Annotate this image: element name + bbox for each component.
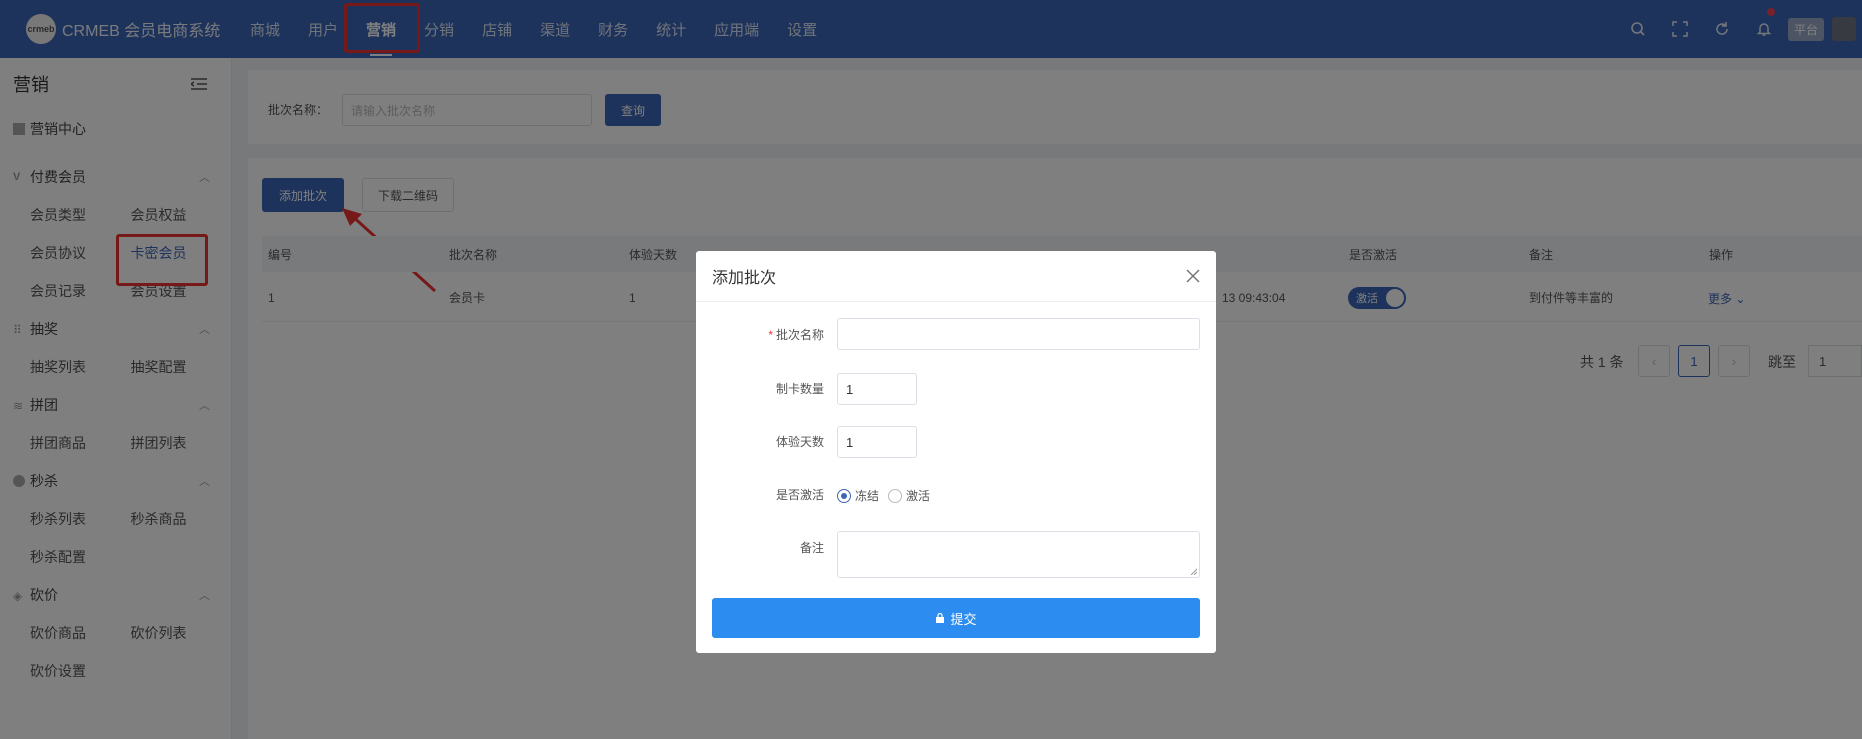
add-batch-modal: 添加批次 * 批次名称 制卡数量 1 体验天数 1 是否激活 冻结 激活 备注 提… bbox=[696, 251, 1216, 653]
radio-freeze-circle bbox=[837, 488, 851, 503]
submit-label: 提交 bbox=[950, 611, 977, 627]
batch-name-label-text: 批次名称 bbox=[775, 328, 824, 342]
modal-title: 添加批次 bbox=[712, 270, 777, 287]
radio-activate-label: 激活 bbox=[906, 489, 931, 503]
modal-header: 添加批次 bbox=[696, 251, 1216, 302]
card-count-label: 制卡数量 bbox=[775, 382, 824, 396]
trial-days-input[interactable]: 1 bbox=[837, 426, 917, 458]
submit-button[interactable]: 提交 bbox=[712, 598, 1200, 638]
batch-name-label: * 批次名称 bbox=[696, 326, 824, 343]
close-icon[interactable] bbox=[1186, 269, 1200, 283]
remark-label: 备注 bbox=[799, 541, 824, 555]
lock-icon bbox=[936, 613, 945, 623]
radio-freeze-label: 冻结 bbox=[855, 489, 880, 503]
card-count-input[interactable]: 1 bbox=[837, 373, 917, 405]
remark-textarea[interactable] bbox=[837, 531, 1200, 578]
radio-activate[interactable]: 激活 bbox=[888, 487, 930, 504]
batch-name-input[interactable] bbox=[837, 318, 1200, 350]
required-mark: * bbox=[768, 328, 773, 342]
trial-days-label: 体验天数 bbox=[775, 435, 824, 449]
is-active-label: 是否激活 bbox=[775, 488, 824, 502]
resize-handle-icon[interactable] bbox=[1189, 567, 1197, 575]
radio-activate-circle bbox=[888, 488, 902, 503]
radio-freeze[interactable]: 冻结 bbox=[837, 487, 879, 504]
